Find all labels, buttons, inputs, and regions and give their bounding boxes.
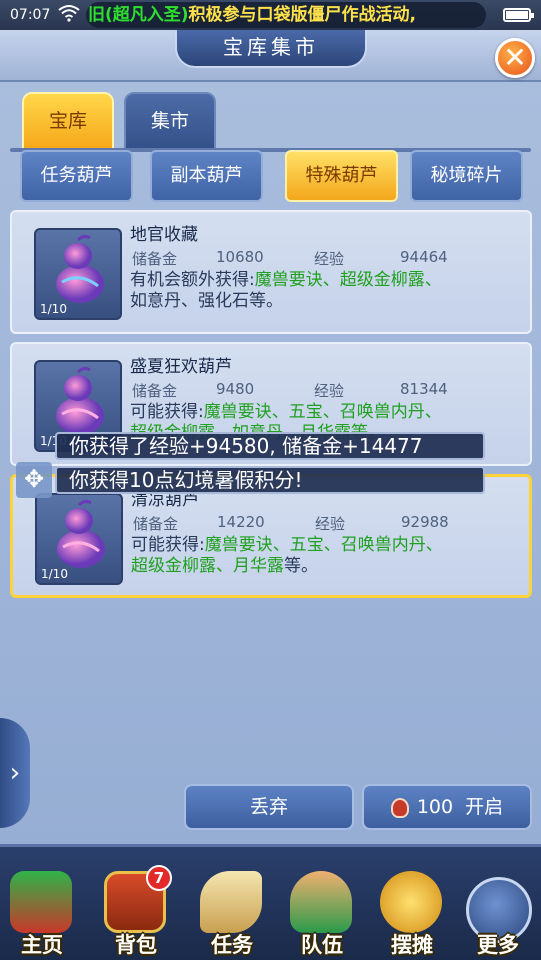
item-thumbnail: 1/10 — [35, 493, 123, 585]
nav-team[interactable]: 队伍 — [282, 871, 362, 960]
bottom-navigation: 主页 7 背包 任务 队伍 摆摊 更多 — [0, 844, 541, 960]
category-secret-fragment[interactable]: 秘境碎片 — [410, 150, 523, 202]
tab-market[interactable]: 集市 — [124, 92, 216, 150]
category-special-gourd[interactable]: 特殊葫芦 — [285, 150, 398, 202]
nav-stall[interactable]: 摆摊 — [372, 871, 452, 960]
nav-more[interactable]: 更多 — [458, 871, 538, 960]
move-arrows-icon[interactable]: ✥ — [16, 462, 52, 498]
status-bar: 07:07 旧(超凡入圣)积极参与口袋版僵尸作战活动, — [0, 0, 541, 30]
item-description: 有机会额外获得:魔兽要诀、超级金柳露、 如意丹、强化石等。 — [130, 270, 442, 311]
home-pavilion-icon — [10, 871, 72, 933]
item-thumbnail: 1/10 — [34, 228, 122, 320]
category-dungeon-gourd[interactable]: 副本葫芦 — [150, 150, 263, 202]
reward-toast: 你获得10点幻境暑假积分! — [55, 466, 485, 494]
expand-sidebar-button[interactable]: › — [0, 718, 30, 828]
scroll-icon — [200, 871, 262, 933]
item-name: 盛夏狂欢葫芦 — [130, 357, 232, 377]
wifi-icon — [58, 5, 80, 22]
item-count: 1/10 — [40, 302, 67, 316]
item-name: 地官收藏 — [130, 225, 198, 245]
gourd-icon — [56, 366, 104, 435]
notification-badge: 7 — [146, 865, 172, 891]
gourd-icon — [56, 234, 104, 303]
nav-bag[interactable]: 7 背包 — [96, 865, 176, 960]
tab-treasury[interactable]: 宝库 — [22, 92, 114, 150]
announcement-marquee: 旧(超凡入圣)积极参与口袋版僵尸作战活动, — [86, 2, 486, 28]
category-task-gourd[interactable]: 任务葫芦 — [20, 150, 133, 202]
page-title: 宝库集市 — [175, 30, 367, 68]
gourd-icon — [57, 499, 105, 568]
close-button[interactable]: ✕ — [495, 38, 535, 78]
coin-icon — [380, 871, 442, 933]
team-icon — [290, 871, 352, 933]
list-item[interactable]: 1/10 地官收藏 储备金 10680 经验 94464 有机会额外获得:魔兽要… — [10, 210, 532, 334]
reward-toast: 你获得了经验+94580, 储备金+14477 — [55, 432, 485, 460]
discard-button[interactable]: 丢弃 — [184, 784, 354, 830]
window-header: 宝库集市 — [0, 30, 541, 82]
clock: 07:07 — [10, 7, 51, 23]
nav-home[interactable]: 主页 — [2, 871, 82, 960]
open-button[interactable]: 100 开启 — [362, 784, 532, 830]
battery-icon — [503, 8, 534, 22]
item-count: 1/10 — [41, 567, 68, 581]
item-description: 可能获得:魔兽要诀、五宝、召唤兽内丹、 超级金柳露、月华露等。 — [131, 535, 443, 576]
chevron-right-icon: › — [9, 758, 21, 788]
nav-tasks[interactable]: 任务 — [192, 871, 272, 960]
jar-icon — [390, 797, 409, 818]
